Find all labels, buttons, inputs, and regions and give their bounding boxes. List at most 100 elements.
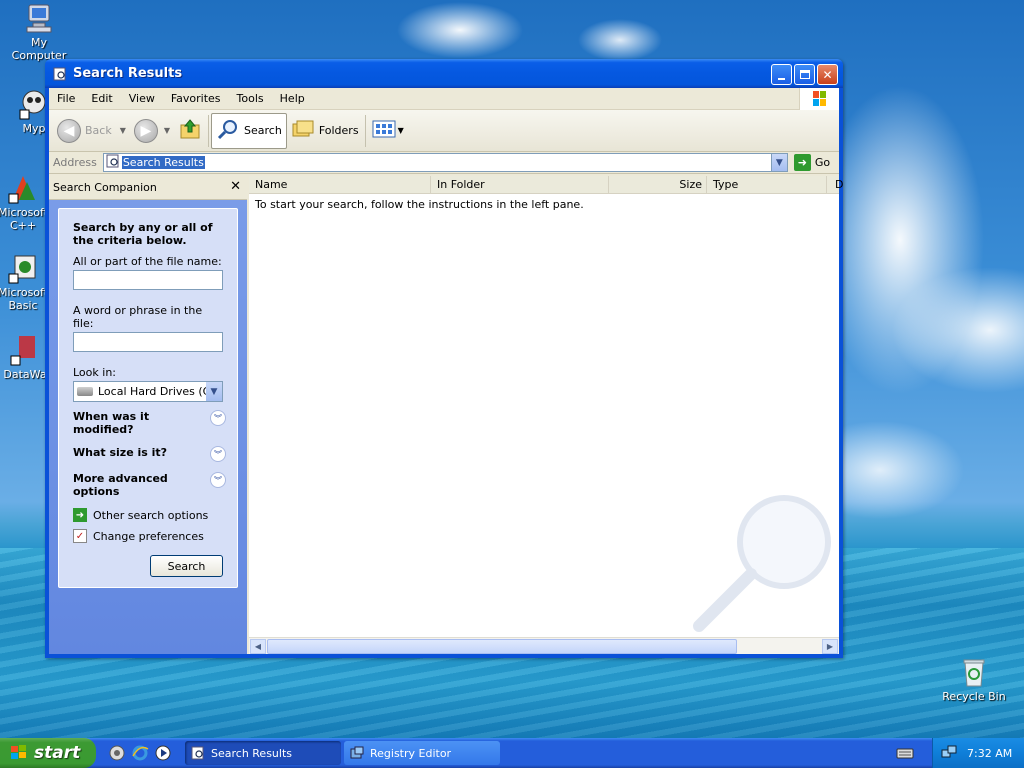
menu-bar: File Edit View Favorites Tools Help (49, 88, 839, 110)
go-button[interactable]: ➜ Go (793, 154, 831, 171)
when-modified-expander[interactable]: When was it modified? ︾ (73, 410, 226, 436)
search-companion-pane: Search Companion ✕ Search by any or all … (49, 176, 247, 654)
task-label: Search Results (211, 746, 293, 760)
menu-file[interactable]: File (49, 92, 83, 105)
internet-explorer-icon[interactable] (131, 744, 149, 762)
folders-button[interactable]: Folders (287, 113, 363, 149)
desktop-icon-label: Myp (22, 122, 46, 135)
search-window-icon (53, 67, 67, 81)
back-button[interactable]: ◀ Back ▼ (53, 113, 130, 149)
menu-favorites[interactable]: Favorites (163, 92, 229, 105)
media-player-icon[interactable] (154, 744, 172, 762)
advanced-options-expander[interactable]: More advanced options ︾ (73, 472, 226, 498)
change-preferences-label: Change preferences (93, 529, 204, 543)
back-arrow-icon: ◀ (57, 118, 81, 143)
desktop-icon-label: Microsoft Basic (0, 286, 49, 312)
data-app-icon (9, 334, 41, 366)
close-button[interactable]: ✕ (817, 64, 838, 85)
network-icon[interactable] (941, 744, 957, 763)
expand-chevron-icon[interactable]: ︾ (210, 410, 226, 426)
address-bar: Address Search Results ▼ ➜ Go (49, 152, 839, 174)
menu-view[interactable]: View (121, 92, 163, 105)
recycle-bin-icon (958, 656, 990, 688)
minimize-button[interactable] (771, 64, 792, 85)
show-desktop-icon[interactable] (108, 744, 126, 762)
taskbar: start Search Results Registry Editor 7:3… (0, 738, 1024, 768)
up-folder-button[interactable] (174, 113, 206, 149)
desktop-icon-label: Microsoft C++ (0, 206, 49, 232)
filename-label: All or part of the file name: (73, 255, 222, 268)
expand-chevron-icon[interactable]: ︾ (210, 446, 226, 462)
chevron-down-icon: ▼ (206, 382, 222, 401)
desktop-icon-label: DataWa (3, 368, 47, 381)
keyboard-icon[interactable] (896, 745, 914, 763)
column-in-folder[interactable]: In Folder (431, 176, 609, 193)
search-results-window: Search Results ✕ File Edit View Favorite… (45, 59, 843, 658)
search-criteria-heading: Search by any or all of the criteria bel… (73, 221, 213, 247)
folders-label: Folders (318, 124, 359, 137)
look-in-value: Local Hard Drives (C:) (98, 385, 219, 398)
phrase-input[interactable] (73, 332, 223, 352)
desktop-icon-label: Recycle Bin (942, 690, 1006, 703)
change-preferences-link[interactable]: ✓ Change preferences (73, 529, 223, 543)
start-button[interactable]: start (0, 738, 96, 768)
toolbar-separator (208, 114, 210, 147)
advanced-options-label: More advanced options (73, 472, 168, 498)
close-pane-icon[interactable]: ✕ (230, 179, 241, 194)
search-label: Search (244, 124, 282, 137)
filename-input[interactable] (73, 270, 223, 290)
folders-icon (291, 117, 315, 144)
search-button[interactable]: Search (211, 112, 287, 149)
phrase-label: A word or phrase in the file: (73, 304, 203, 330)
forward-button[interactable]: ▶ ▼ (130, 113, 174, 149)
menu-tools[interactable]: Tools (229, 92, 272, 105)
search-companion-header: Search Companion ✕ (49, 176, 247, 200)
maximize-icon (799, 70, 810, 79)
go-label: Go (814, 156, 831, 169)
look-in-select[interactable]: Local Hard Drives (C:) ▼ (73, 381, 223, 402)
scroll-left-icon[interactable]: ◀ (250, 639, 266, 654)
other-search-options-link[interactable]: ➜ Other search options (73, 508, 223, 522)
standard-toolbar: ◀ Back ▼ ▶ ▼ Search Folders ▼ (49, 110, 839, 152)
address-dropdown-button[interactable]: ▼ (770, 154, 787, 171)
expand-chevron-icon[interactable]: ︾ (210, 472, 226, 488)
search-submit-button[interactable]: Search (150, 555, 223, 577)
scroll-thumb[interactable] (267, 639, 737, 654)
results-pane: Name In Folder Size Type D To start your… (249, 176, 843, 654)
search-criteria-panel: Search by any or all of the criteria bel… (58, 208, 238, 588)
back-dropdown-icon[interactable]: ▼ (120, 126, 126, 135)
results-column-headers: Name In Folder Size Type D (249, 176, 843, 194)
task-search-results[interactable]: Search Results (185, 741, 341, 765)
search-results-icon (106, 154, 120, 171)
forward-dropdown-icon[interactable]: ▼ (164, 126, 170, 135)
menu-edit[interactable]: Edit (83, 92, 120, 105)
column-name[interactable]: Name (249, 176, 431, 193)
what-size-expander[interactable]: What size is it? ︾ (73, 446, 226, 462)
column-size[interactable]: Size (609, 176, 707, 193)
search-window-icon (191, 746, 205, 760)
windows-flag-icon (10, 744, 28, 762)
close-icon: ✕ (822, 67, 833, 82)
task-registry-editor[interactable]: Registry Editor (344, 741, 500, 765)
look-in-label: Look in: (73, 366, 116, 379)
start-label: start (34, 743, 81, 763)
minimize-icon (778, 77, 785, 80)
back-label: Back (85, 124, 112, 137)
desktop-icon-my-computer[interactable]: My Computer (2, 2, 76, 62)
title-bar[interactable]: Search Results ✕ (45, 59, 843, 88)
column-date[interactable]: D (827, 176, 843, 193)
window-title: Search Results (73, 66, 183, 81)
visual-basic-icon (7, 252, 39, 284)
views-button[interactable]: ▼ (368, 113, 408, 149)
clock[interactable]: 7:32 AM (967, 747, 1012, 760)
menu-help[interactable]: Help (272, 92, 313, 105)
maximize-button[interactable] (794, 64, 815, 85)
other-search-options-label: Other search options (93, 508, 209, 522)
scroll-right-icon[interactable]: ▶ (822, 639, 838, 654)
horizontal-scrollbar[interactable]: ◀ ▶ (249, 637, 839, 654)
desktop-icon-recycle-bin[interactable]: Recycle Bin (937, 656, 1011, 703)
address-field[interactable]: Search Results ▼ (102, 153, 788, 172)
column-type[interactable]: Type (707, 176, 827, 193)
address-label: Address (53, 156, 97, 169)
windows-logo-icon (799, 88, 839, 110)
